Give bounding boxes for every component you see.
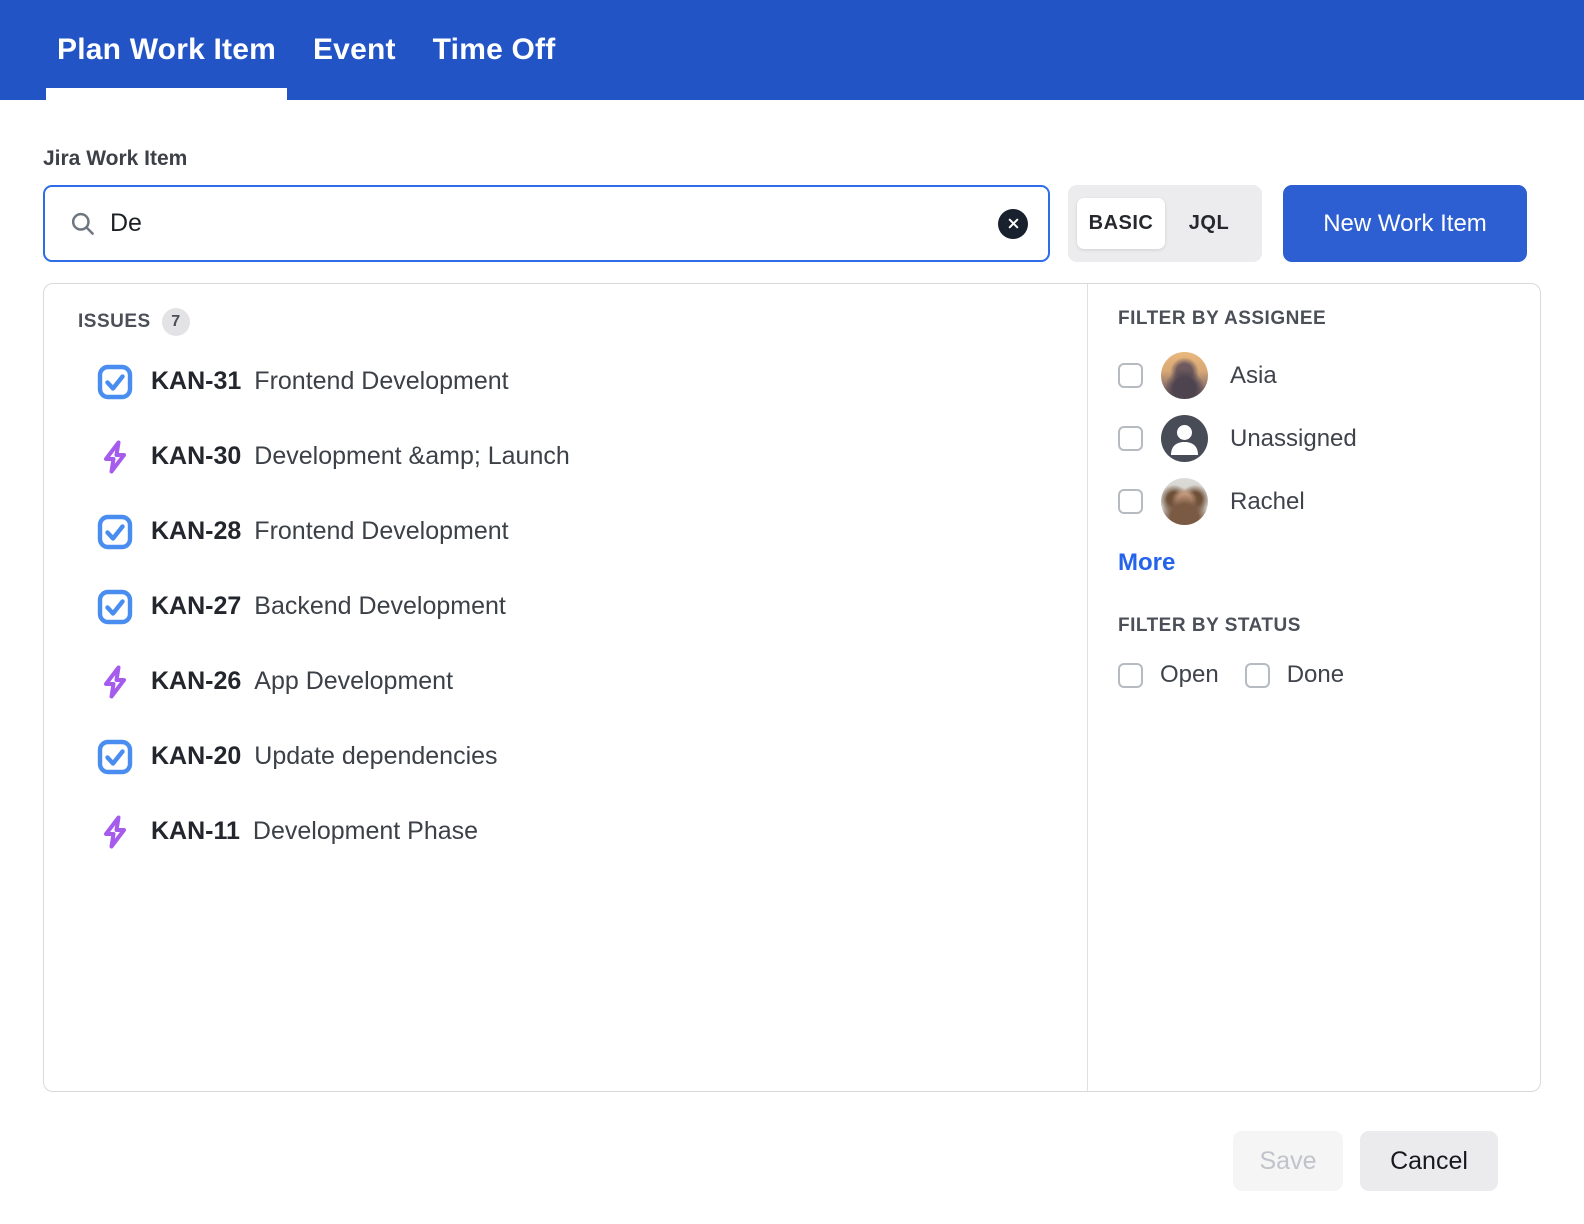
assignee-filter-list: Asia Unassigned <box>1118 344 1540 533</box>
unassigned-avatar-icon <box>1161 415 1208 462</box>
status-done-label: Done <box>1287 661 1344 689</box>
tab-plan-work-item[interactable]: Plan Work Item <box>46 0 287 100</box>
status-open-checkbox[interactable] <box>1118 663 1143 688</box>
issue-summary: Development &amp; Launch <box>254 442 569 471</box>
assignee-checkbox[interactable] <box>1118 363 1143 388</box>
issue-key: KAN-31 <box>151 367 241 396</box>
assignee-option-rachel[interactable]: Rachel <box>1118 470 1540 533</box>
issue-row[interactable]: KAN-27 Backend Development <box>78 569 1087 644</box>
issue-key: KAN-20 <box>151 742 241 771</box>
issue-row[interactable]: KAN-26 App Development <box>78 644 1087 719</box>
filters-column: FILTER BY ASSIGNEE Asia <box>1087 284 1540 1091</box>
search-form-row: BASIC JQL New Work Item <box>43 185 1541 262</box>
dialog-header: Plan Work Item Event Time Off <box>0 0 1584 100</box>
new-work-item-button[interactable]: New Work Item <box>1283 185 1527 262</box>
assignee-option-unassigned[interactable]: Unassigned <box>1118 407 1540 470</box>
issues-count-badge: 7 <box>162 308 190 336</box>
assignee-option-asia[interactable]: Asia <box>1118 344 1540 407</box>
issue-key: KAN-26 <box>151 667 241 696</box>
assignee-checkbox[interactable] <box>1118 426 1143 451</box>
issue-list: KAN-31 Frontend Development KAN-30 <box>78 344 1087 869</box>
issues-column: ISSUES 7 KAN-31 Fro <box>44 284 1087 1091</box>
search-mode-toggle: BASIC JQL <box>1068 185 1262 262</box>
issue-row[interactable]: KAN-20 Update dependencies <box>78 719 1087 794</box>
issue-summary: Frontend Development <box>254 367 508 396</box>
issue-row[interactable]: KAN-11 Development Phase <box>78 794 1087 869</box>
clear-icon[interactable] <box>998 209 1028 239</box>
assignee-name: Unassigned <box>1230 425 1357 453</box>
search-input[interactable] <box>110 209 998 238</box>
issue-key: KAN-30 <box>151 442 241 471</box>
dialog-body: Jira Work Item BASIC JQL New Work Item I… <box>0 147 1584 1191</box>
assignee-name: Asia <box>1230 362 1277 390</box>
task-type-icon <box>96 363 134 401</box>
issues-header: ISSUES 7 <box>78 308 1087 336</box>
status-filter-row: Open Done <box>1118 661 1540 689</box>
task-type-icon <box>96 513 134 551</box>
issues-title: ISSUES <box>78 311 151 333</box>
issue-row[interactable]: KAN-28 Frontend Development <box>78 494 1087 569</box>
issue-summary: Development Phase <box>253 817 478 846</box>
status-open-label: Open <box>1160 661 1219 689</box>
issue-summary: Update dependencies <box>254 742 497 771</box>
epic-type-icon <box>96 813 134 851</box>
save-button[interactable]: Save <box>1233 1131 1343 1191</box>
mode-jql-button[interactable]: JQL <box>1165 198 1253 249</box>
issue-summary: Frontend Development <box>254 517 508 546</box>
issue-summary: Backend Development <box>254 592 506 621</box>
filter-by-status-title: FILTER BY STATUS <box>1118 615 1540 637</box>
task-type-icon <box>96 588 134 626</box>
more-assignees-link[interactable]: More <box>1118 549 1175 577</box>
results-panel: ISSUES 7 KAN-31 Fro <box>43 283 1541 1092</box>
filter-by-assignee-title: FILTER BY ASSIGNEE <box>1118 308 1540 330</box>
issue-row[interactable]: KAN-30 Development &amp; Launch <box>78 419 1087 494</box>
assignee-checkbox[interactable] <box>1118 489 1143 514</box>
task-type-icon <box>96 738 134 776</box>
assignee-name: Rachel <box>1230 488 1305 516</box>
epic-type-icon <box>96 438 134 476</box>
epic-type-icon <box>96 663 134 701</box>
dialog-tabs: Plan Work Item Event Time Off <box>46 0 566 100</box>
mode-basic-button[interactable]: BASIC <box>1077 198 1165 249</box>
cancel-button[interactable]: Cancel <box>1360 1131 1498 1191</box>
issue-key: KAN-27 <box>151 592 241 621</box>
tab-event[interactable]: Event <box>302 0 407 100</box>
status-done-checkbox[interactable] <box>1245 663 1270 688</box>
search-input-wrapper[interactable] <box>43 185 1050 262</box>
issue-key: KAN-28 <box>151 517 241 546</box>
tab-time-off[interactable]: Time Off <box>422 0 567 100</box>
dialog-footer: Save Cancel <box>43 1092 1541 1191</box>
avatar <box>1161 478 1208 525</box>
jira-work-item-label: Jira Work Item <box>43 147 1541 171</box>
search-icon <box>69 210 96 237</box>
issue-row[interactable]: KAN-31 Frontend Development <box>78 344 1087 419</box>
avatar <box>1161 352 1208 399</box>
issue-summary: App Development <box>254 667 453 696</box>
issue-key: KAN-11 <box>151 817 240 846</box>
